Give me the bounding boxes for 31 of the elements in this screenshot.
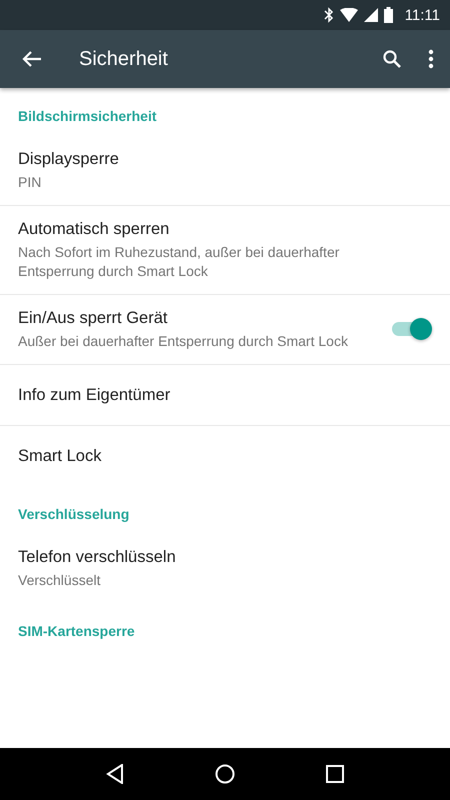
- search-icon[interactable]: [382, 49, 402, 69]
- item-title: Telefon verschlüsseln: [18, 547, 177, 568]
- back-triangle-icon[interactable]: [106, 764, 124, 784]
- item-title: Automatisch sperren: [18, 219, 170, 240]
- settings-item[interactable]: Info zum Eigentümer: [0, 365, 450, 426]
- item-summary: Außer bei dauerhafter Entsperrung durch Smart Lock: [18, 332, 349, 351]
- more-options-icon[interactable]: [428, 49, 434, 69]
- bluetooth-icon: [324, 7, 334, 23]
- settings-item[interactable]: Smart Lock: [0, 426, 450, 486]
- clock-text: 11:11: [404, 6, 440, 24]
- settings-item[interactable]: Displaysperre PIN: [0, 136, 450, 206]
- item-summary: Nach Sofort im Ruhezustand, außer bei dauerhafter Entsperrung durch Smart Lock: [18, 243, 340, 281]
- back-arrow-icon[interactable]: [22, 50, 42, 68]
- section-header: Verschlüsselung: [17, 505, 130, 524]
- settings-item[interactable]: Telefon verschlüsseln Verschlüsselt: [0, 534, 450, 603]
- recents-square-icon[interactable]: [326, 765, 344, 783]
- settings-item[interactable]: Ein/Aus sperrt Gerät Außer bei dauerhafter Entsperrung durch Smart Lock: [0, 295, 450, 365]
- wifi-icon: [340, 8, 358, 22]
- item-title: Displaysperre: [18, 149, 120, 170]
- section-header: Bildschirmsicherheit: [17, 107, 158, 126]
- battery-icon: [384, 7, 393, 23]
- item-title: Ein/Aus sperrt Gerät: [18, 308, 168, 329]
- item-summary: PIN: [18, 173, 42, 192]
- home-circle-icon[interactable]: [214, 764, 235, 784]
- item-summary: Verschlüsselt: [18, 571, 102, 590]
- settings-item[interactable]: Automatisch sperren Nach Sofort im Ruhezustand, außer bei dauerhafter Entsperrung durch Smart Lock: [0, 206, 450, 295]
- item-title: Smart Lock: [18, 446, 102, 467]
- signal-icon: [364, 8, 378, 22]
- screen-title: Sicherheit: [79, 48, 169, 70]
- section-header: SIM-Kartensperre: [17, 622, 136, 641]
- item-title: Info zum Eigentümer: [18, 385, 172, 406]
